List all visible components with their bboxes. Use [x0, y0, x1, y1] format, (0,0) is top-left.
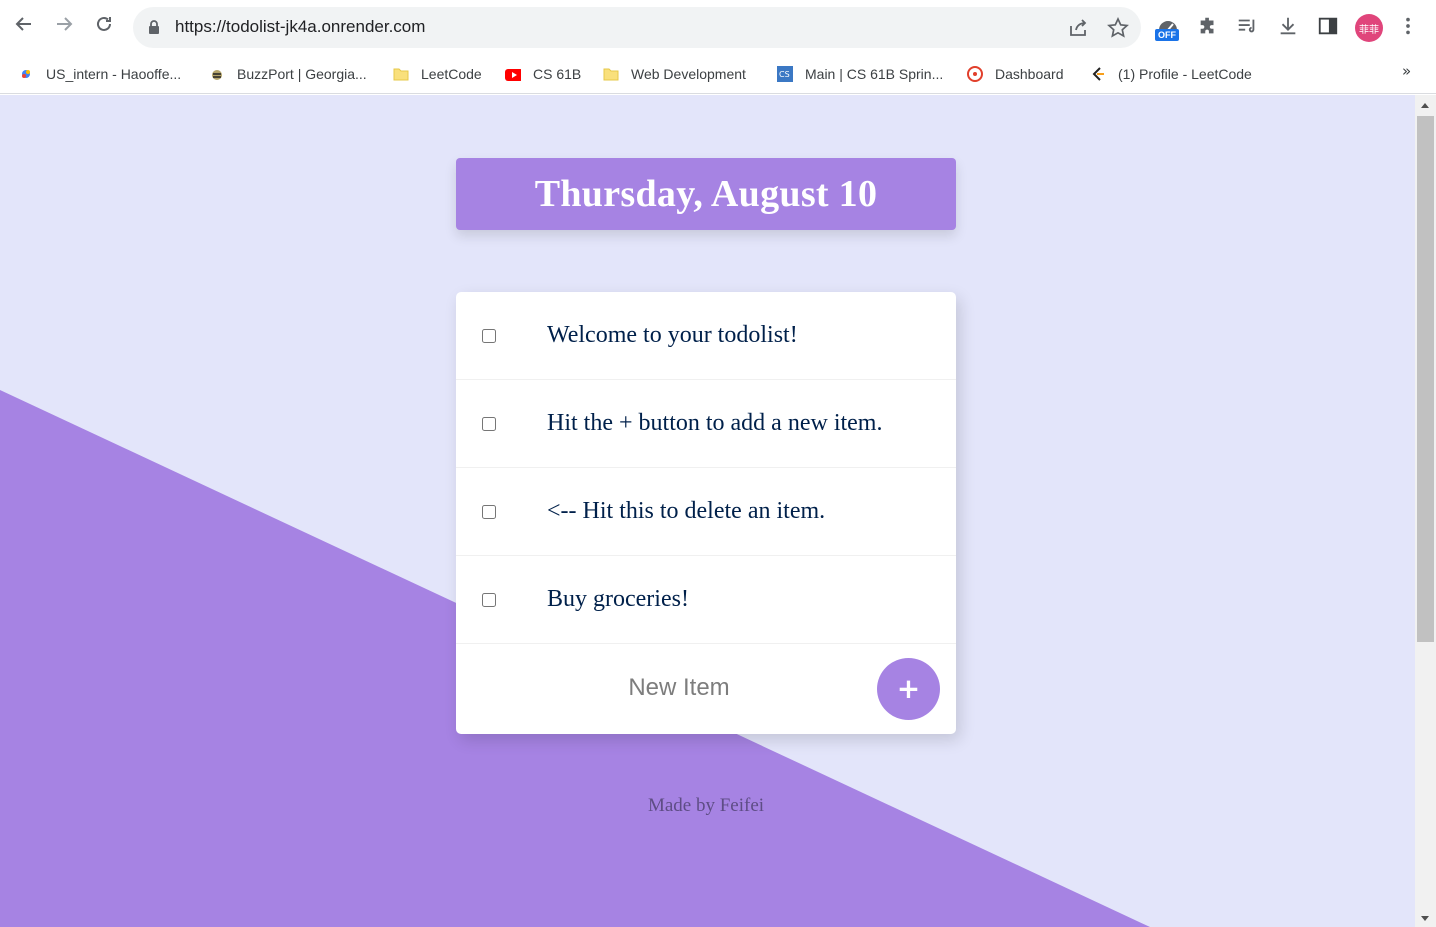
list-item: Buy groceries! [456, 556, 956, 644]
bookmark-item[interactable]: BuzzPort | Georgia... [209, 63, 367, 85]
bookmark-label: US_intern - Haooffe... [46, 66, 182, 82]
scroll-thumb[interactable] [1417, 116, 1434, 642]
bookmark-label: (1) Profile - LeetCode [1118, 66, 1252, 82]
item-text: Buy groceries! [547, 586, 689, 612]
url-text[interactable]: https://todolist-jk4a.onrender.com [175, 17, 425, 37]
svg-text:CS: CS [779, 70, 790, 79]
bookmark-label: Web Development [631, 66, 746, 82]
bookmark-label: BuzzPort | Georgia... [237, 66, 367, 82]
list-item: <-- Hit this to delete an item. [456, 468, 956, 556]
bookmark-label: CS 61B [533, 66, 582, 82]
profile-avatar[interactable]: 菲菲 [1355, 14, 1383, 42]
reload-icon [97, 16, 111, 31]
bookmarks-bar: US_intern - Haooffe... BuzzPort | Georgi… [0, 56, 1436, 94]
bookmark-item[interactable]: CS Main | CS 61B Sprin... [777, 63, 943, 85]
leetcode-icon [1092, 67, 1104, 81]
bookmark-item[interactable]: CS 61B [505, 63, 581, 85]
date-heading-box: Thursday, August 10 [456, 158, 956, 230]
page-title: Thursday, August 10 [534, 173, 878, 215]
forward-arrow-icon [57, 17, 73, 31]
reading-list-icon[interactable] [1235, 14, 1259, 38]
bookmark-item[interactable]: Dashboard [967, 63, 1064, 85]
bookmark-item[interactable]: LeetCode [393, 63, 482, 85]
item-checkbox[interactable] [482, 328, 496, 343]
bookmark-label: Main | CS 61B Sprin... [805, 66, 944, 82]
new-item-form: + [456, 644, 956, 732]
back-arrow-icon [15, 17, 31, 31]
scroll-up-arrow-icon[interactable] [1421, 103, 1429, 108]
bookmark-item[interactable]: US_intern - Haooffe... [18, 63, 181, 85]
page-viewport: Thursday, August 10 Welcome to your todo… [0, 95, 1415, 927]
footer-credit: Made by Feifei [647, 795, 765, 816]
browser-toolbar: https://todolist-jk4a.onrender.com OFF 菲… [0, 0, 1436, 56]
item-checkbox[interactable] [482, 416, 496, 431]
folder-icon [393, 68, 409, 81]
address-bar[interactable]: https://todolist-jk4a.onrender.com [133, 7, 1141, 48]
download-icon[interactable] [1276, 14, 1300, 38]
reload-button[interactable] [88, 8, 120, 40]
extension-off-badge: OFF [1155, 29, 1179, 41]
item-text: <-- Hit this to delete an item. [547, 498, 826, 524]
buzz-icon [212, 70, 222, 80]
puzzle-icon[interactable] [1196, 14, 1220, 38]
item-checkbox[interactable] [482, 504, 496, 519]
new-item-input[interactable] [526, 666, 832, 710]
bookmarks-overflow-button[interactable]: » [1402, 62, 1411, 80]
youtube-icon [505, 69, 521, 81]
item-text: Hit the + button to add a new item. [547, 410, 883, 436]
bookmark-item[interactable]: (1) Profile - LeetCode [1090, 63, 1252, 85]
item-text: Welcome to your todolist! [547, 322, 798, 348]
item-checkbox[interactable] [482, 592, 496, 607]
bookmark-label: Dashboard [995, 66, 1064, 82]
sheets-icon [22, 70, 30, 78]
menu-kebab-icon[interactable] [1396, 14, 1420, 38]
cs-icon: CS [777, 66, 793, 82]
bookmark-item[interactable]: Web Development [603, 63, 746, 85]
scroll-down-arrow-icon[interactable] [1421, 916, 1429, 921]
share-icon[interactable] [1067, 17, 1089, 39]
add-item-button[interactable]: + [877, 658, 940, 720]
back-button[interactable] [8, 8, 40, 40]
bookmark-star-icon[interactable] [1107, 17, 1129, 39]
list-item: Welcome to your todolist! [456, 292, 956, 380]
canvas-icon [967, 66, 983, 82]
todo-list: Welcome to your todolist! Hit the + butt… [456, 292, 956, 734]
page-scrollbar[interactable] [1415, 95, 1436, 927]
side-panel-icon[interactable] [1316, 14, 1340, 38]
folder-icon [603, 68, 619, 81]
bookmark-label: LeetCode [421, 66, 482, 82]
list-item: Hit the + button to add a new item. [456, 380, 956, 468]
forward-button[interactable] [48, 8, 80, 40]
lock-icon [149, 20, 159, 34]
